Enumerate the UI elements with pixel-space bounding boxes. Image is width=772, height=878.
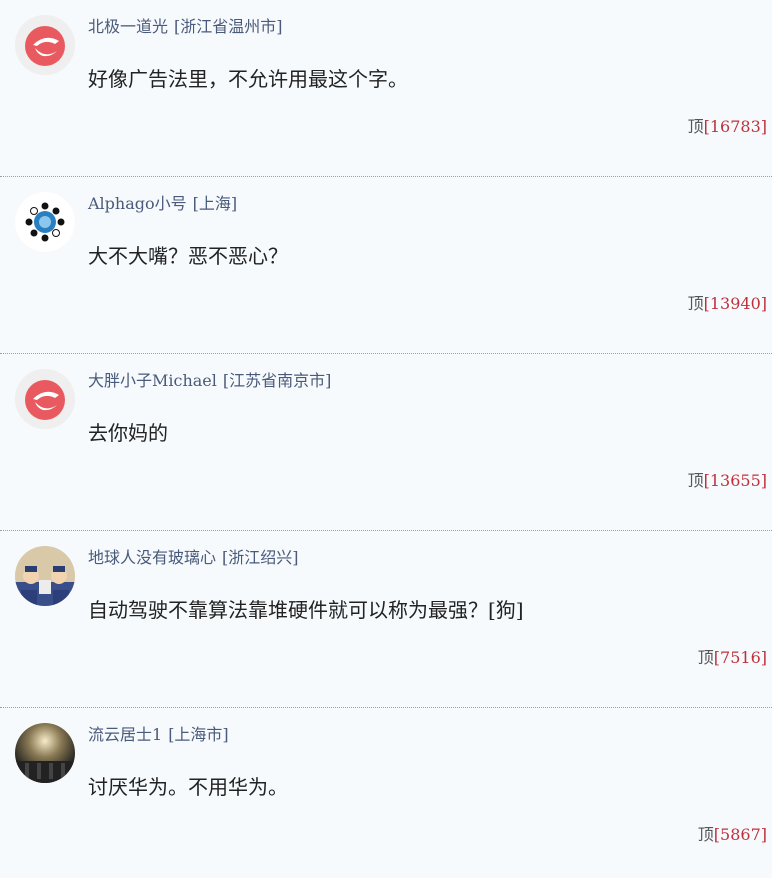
upvote-count: [13940] xyxy=(703,294,767,313)
upvote-button[interactable]: 顶[13940] xyxy=(688,293,767,315)
user-location: [浙江省温州市] xyxy=(174,17,283,36)
upvote-count: [7516] xyxy=(713,648,767,667)
username-link[interactable]: 地球人没有玻璃心 xyxy=(88,548,216,567)
photo-avatar-icon xyxy=(15,723,75,783)
upvote-count: [16783] xyxy=(703,117,767,136)
comment-meta: 大胖小子Michael [江苏省南京市] xyxy=(88,370,331,392)
comment-meta: 地球人没有玻璃心 [浙江绍兴] xyxy=(88,547,299,569)
username-link[interactable]: Alphago小号 xyxy=(88,194,187,213)
comment-list: 北极一道光[浙江省温州市] 好像广告法里，不允许用最这个字。 顶[16783] xyxy=(0,0,772,878)
username-link[interactable]: 流云居士1 xyxy=(88,725,162,744)
upvote-button[interactable]: 顶[13655] xyxy=(688,470,767,492)
user-location: [上海] xyxy=(192,194,238,213)
comment-text: 自动驾驶不靠算法靠堆硬件就可以称为最强？[狗] xyxy=(88,598,524,622)
comment-text: 好像广告法里，不允许用最这个字。 xyxy=(88,67,408,91)
comment-text: 大不大嘴？恶不恶心？ xyxy=(88,244,288,268)
upvote-label: 顶 xyxy=(687,294,704,313)
upvote-button[interactable]: 顶[16783] xyxy=(688,116,767,138)
avatar[interactable] xyxy=(15,723,75,783)
comment-text: 去你妈的 xyxy=(88,421,168,445)
default-netease-avatar-icon xyxy=(15,15,75,75)
comment-item: 北极一道光 [浙江省温州市] 好像广告法里，不允许用最这个字。 顶[16783] xyxy=(0,0,772,177)
avatar[interactable] xyxy=(15,15,75,75)
upvote-count: [13655] xyxy=(703,471,767,490)
comment-item: 大胖小子Michael [江苏省南京市] 去你妈的 顶[13655] xyxy=(0,354,772,531)
alphago-logo-icon xyxy=(15,192,75,252)
comment-item: 流云居士1 [上海市] 讨厌华为。不用华为。 顶[5867] xyxy=(0,708,772,878)
default-netease-avatar-icon xyxy=(15,369,75,429)
upvote-count: [5867] xyxy=(713,825,767,844)
comment-meta: Alphago小号 [上海] xyxy=(88,193,237,215)
upvote-label: 顶 xyxy=(687,117,704,136)
upvote-button[interactable]: 顶[5867] xyxy=(698,824,767,846)
comment-text: 讨厌华为。不用华为。 xyxy=(88,775,288,799)
user-location: [上海市] xyxy=(168,725,229,744)
upvote-button[interactable]: 顶[7516] xyxy=(698,647,767,669)
upvote-label: 顶 xyxy=(697,648,714,667)
username-link[interactable]: 北极一道光 xyxy=(88,17,168,36)
upvote-label: 顶 xyxy=(687,471,704,490)
comment-meta: 北极一道光 [浙江省温州市] xyxy=(88,16,283,38)
username-link[interactable]: 大胖小子Michael xyxy=(88,371,217,390)
avatar[interactable] xyxy=(15,192,75,252)
user-location: [浙江绍兴] xyxy=(222,548,299,567)
cartoon-photo-avatar-icon xyxy=(15,546,75,606)
avatar[interactable] xyxy=(15,369,75,429)
avatar[interactable] xyxy=(15,546,75,606)
upvote-label: 顶 xyxy=(697,825,714,844)
user-location: [江苏省南京市] xyxy=(222,371,332,390)
comment-meta: 流云居士1 [上海市] xyxy=(88,724,229,746)
comment-item: Alphago小号 [上海] 大不大嘴？恶不恶心？ 顶[13940] xyxy=(0,177,772,354)
comment-item: 地球人没有玻璃心 [浙江绍兴] 自动驾驶不靠算法靠堆硬件就可以称为最强？[狗] 顶… xyxy=(0,531,772,708)
